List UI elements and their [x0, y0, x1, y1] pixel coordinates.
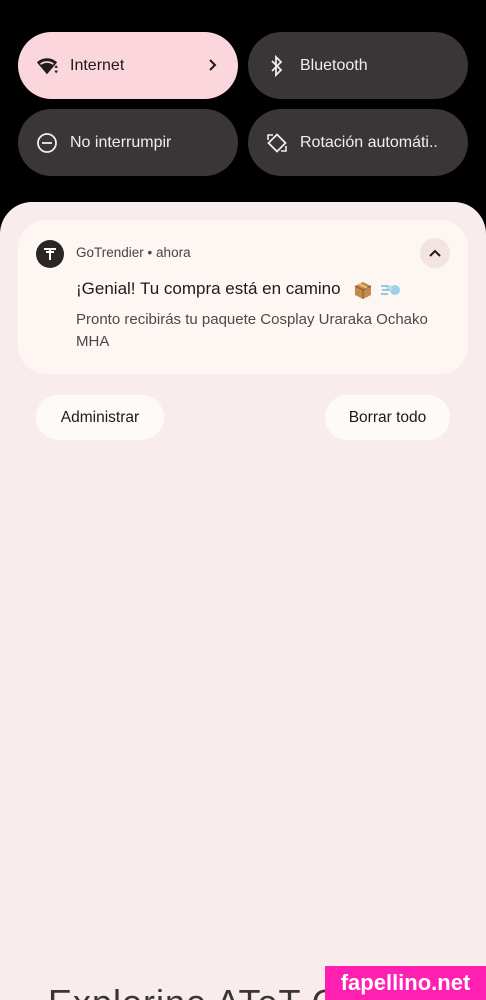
- bluetooth-icon: [266, 54, 288, 77]
- wifi-icon: [36, 55, 58, 77]
- package-icon: [353, 280, 373, 300]
- notification-title-row: ¡Genial! Tu compra está en camino: [76, 279, 402, 300]
- notification-header: GoTrendier • ahora: [76, 245, 191, 260]
- dnd-tile-label: No interrumpir: [70, 133, 172, 151]
- notification-body: Pronto recibirás tu paquete Cosplay Urar…: [76, 311, 428, 350]
- dnd-icon: [36, 132, 58, 154]
- bluetooth-tile-label: Bluetooth: [300, 56, 368, 74]
- app-name: GoTrendier: [76, 245, 144, 260]
- notification-card[interactable]: GoTrendier • ahora ¡Genial! Tu compra es…: [18, 220, 468, 374]
- rotation-tile[interactable]: Rotación automáti..: [248, 109, 468, 176]
- notification-time: ahora: [156, 245, 191, 260]
- lockscreen-partial-text: Explorine ATeT Q: [48, 982, 341, 1000]
- clear-all-button[interactable]: Borrar todo: [325, 395, 450, 440]
- rotation-tile-label: Rotación automáti..: [300, 133, 438, 151]
- bluetooth-tile[interactable]: Bluetooth: [248, 32, 468, 99]
- internet-tile[interactable]: Internet: [18, 32, 238, 99]
- manage-button[interactable]: Administrar: [36, 395, 164, 440]
- notification-title: ¡Genial! Tu compra está en camino: [76, 279, 341, 298]
- chevron-right-icon: [209, 59, 217, 71]
- watermark-logo: fapellino.net: [325, 966, 486, 1000]
- rotate-icon: [266, 132, 288, 154]
- dash-icon: [380, 281, 402, 299]
- internet-tile-label: Internet: [70, 56, 125, 74]
- gotrendier-app-icon: [36, 240, 64, 268]
- header-separator: •: [147, 245, 153, 260]
- dnd-tile[interactable]: No interrumpir: [18, 109, 238, 176]
- collapse-button[interactable]: [420, 238, 450, 268]
- chevron-up-icon: [429, 249, 441, 257]
